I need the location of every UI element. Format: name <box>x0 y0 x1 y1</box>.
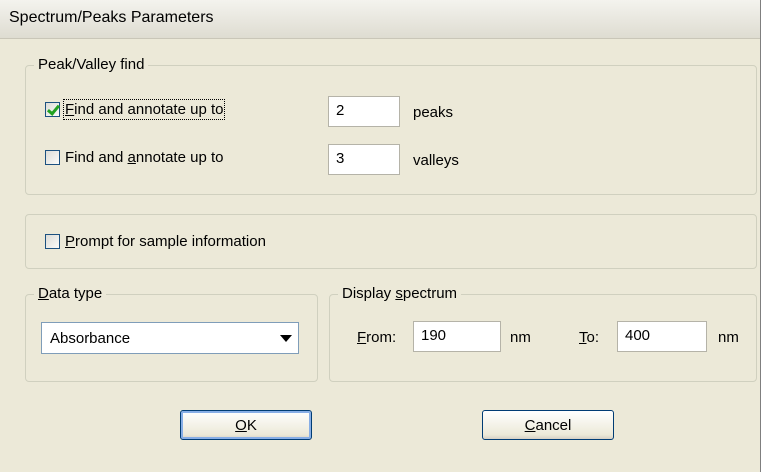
find-peaks-checkbox[interactable] <box>45 102 60 117</box>
to-label: To: <box>579 329 600 346</box>
find-valleys-checkbox-row[interactable]: Find and annotate up to <box>45 149 223 166</box>
peaks-unit-label: peaks <box>413 104 454 121</box>
peaks-count-input[interactable]: 2 <box>328 96 400 127</box>
data-type-selected: Absorbance <box>50 329 131 347</box>
chevron-down-icon[interactable] <box>274 335 298 342</box>
find-valleys-label[interactable]: Find and annotate up to <box>65 149 223 166</box>
data-type-dropdown[interactable]: Absorbance <box>41 322 299 354</box>
ok-button-label: OK <box>235 416 257 434</box>
title-bar[interactable]: Spectrum/Peaks Parameters <box>0 0 760 39</box>
data-type-legend: Data type <box>34 284 107 304</box>
ok-button[interactable]: OK <box>180 410 312 440</box>
cancel-button-label: Cancel <box>524 416 572 434</box>
spectrum-peaks-dialog: Spectrum/Peaks Parameters Peak/Valley fi… <box>0 0 761 472</box>
from-label: From: <box>357 329 397 346</box>
from-wavelength-input[interactable]: 190 <box>413 321 501 352</box>
find-peaks-checkbox-row[interactable]: Find and annotate up to <box>45 99 226 120</box>
find-valleys-checkbox[interactable] <box>45 150 60 165</box>
cancel-button[interactable]: Cancel <box>482 410 614 440</box>
display-spectrum-legend: Display spectrum <box>338 284 462 304</box>
dialog-title: Spectrum/Peaks Parameters <box>9 9 214 26</box>
to-wavelength-input[interactable]: 400 <box>617 321 707 352</box>
valleys-count-input[interactable]: 3 <box>328 144 400 175</box>
prompt-sample-info-label[interactable]: Prompt for sample information <box>65 233 266 250</box>
prompt-sample-info-row[interactable]: Prompt for sample information <box>45 233 266 250</box>
peak-valley-group: Peak/Valley find <box>25 55 757 195</box>
from-unit-label: nm <box>510 329 531 346</box>
prompt-sample-info-checkbox[interactable] <box>45 234 60 249</box>
to-unit-label: nm <box>718 329 739 346</box>
find-peaks-label[interactable]: Find and annotate up to <box>62 99 226 120</box>
peak-valley-legend: Peak/Valley find <box>34 55 149 75</box>
valleys-unit-label: valleys <box>413 152 459 169</box>
